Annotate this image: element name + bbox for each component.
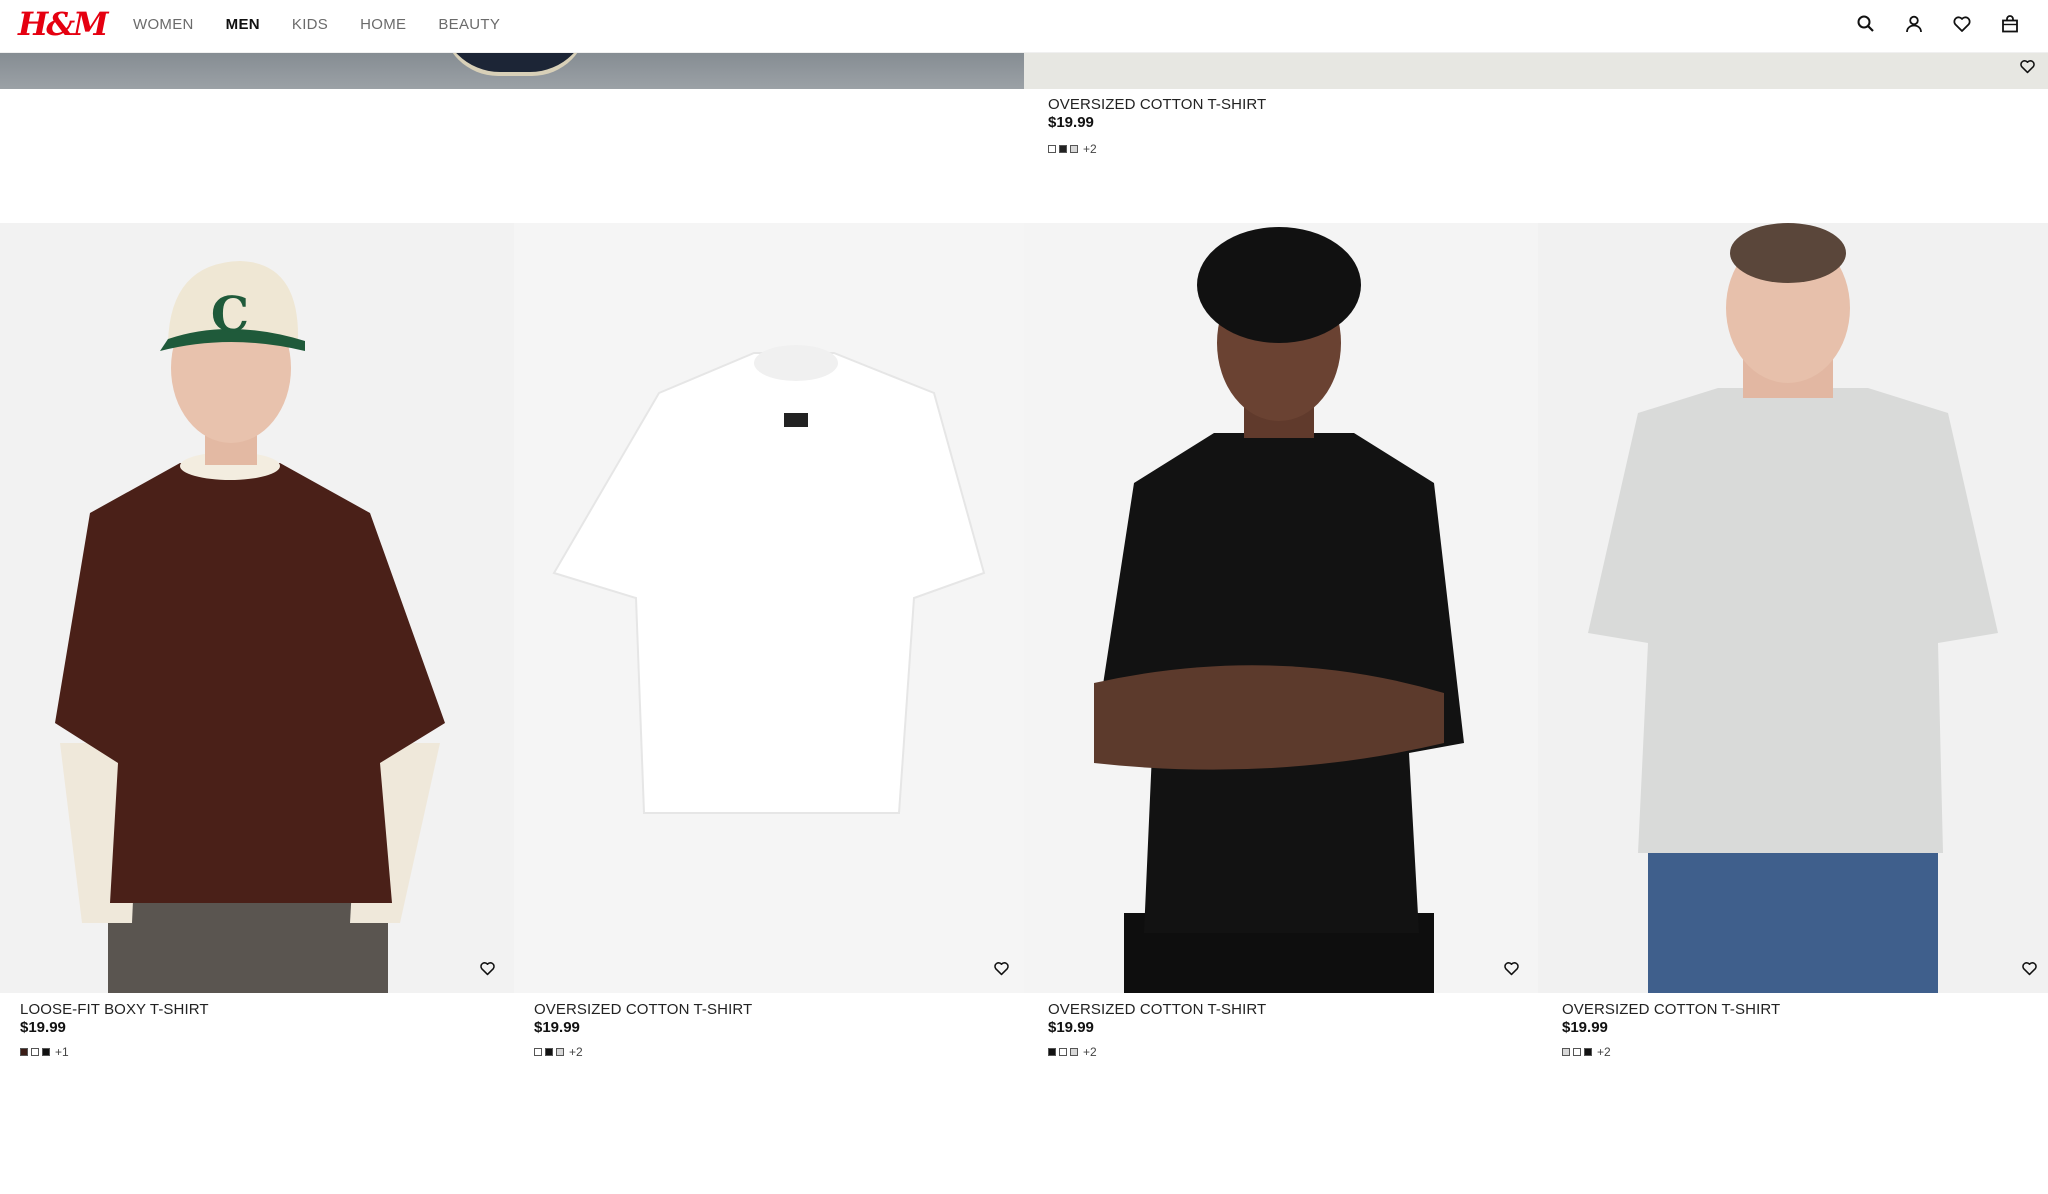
color-swatches: +1 <box>20 1045 69 1059</box>
model-brown-tee-image: C <box>0 223 514 993</box>
color-swatch[interactable] <box>1562 1048 1570 1056</box>
svg-text:C: C <box>211 287 249 343</box>
nav-kids[interactable]: KIDS <box>292 16 328 33</box>
more-colors[interactable]: +2 <box>569 1045 583 1059</box>
product-price: $19.99 <box>20 1019 66 1036</box>
color-swatch[interactable] <box>1048 145 1056 153</box>
color-swatch[interactable] <box>556 1048 564 1056</box>
color-swatch[interactable] <box>1070 145 1078 153</box>
more-colors[interactable]: +1 <box>55 1045 69 1059</box>
favorite-heart-icon[interactable] <box>2014 53 2040 79</box>
color-swatches: +2 <box>1562 1045 1611 1059</box>
color-swatches: +2 <box>1048 142 1097 156</box>
color-swatch[interactable] <box>1059 145 1067 153</box>
more-colors[interactable]: +2 <box>1083 142 1097 156</box>
color-swatch[interactable] <box>31 1048 39 1056</box>
color-swatch[interactable] <box>1070 1048 1078 1056</box>
bag-icon[interactable] <box>1998 12 2022 36</box>
color-swatch[interactable] <box>1059 1048 1067 1056</box>
product-image[interactable]: C <box>0 223 514 993</box>
product-price: $19.99 <box>1562 1019 1608 1036</box>
search-icon[interactable] <box>1854 12 1878 36</box>
model-grey-tee-image <box>1538 223 2048 993</box>
product-title[interactable]: LOOSE-FIT BOXY T-SHIRT <box>20 1001 209 1018</box>
color-swatch[interactable] <box>534 1048 542 1056</box>
nav-women[interactable]: WOMEN <box>133 16 194 33</box>
color-swatch[interactable] <box>1573 1048 1581 1056</box>
nav-beauty[interactable]: BEAUTY <box>438 16 500 33</box>
favorite-heart-icon[interactable] <box>2016 955 2042 981</box>
more-colors[interactable]: +2 <box>1597 1045 1611 1059</box>
product-title[interactable]: OVERSIZED COTTON T-SHIRT <box>1562 1001 1780 1018</box>
color-swatches: +2 <box>1048 1045 1097 1059</box>
product-image[interactable] <box>1024 223 1538 993</box>
more-colors[interactable]: +2 <box>1083 1045 1097 1059</box>
product-price: $19.99 <box>1048 114 1094 131</box>
color-swatch[interactable] <box>1584 1048 1592 1056</box>
favorite-heart-icon[interactable] <box>1498 955 1524 981</box>
product-title[interactable]: OVERSIZED COTTON T-SHIRT <box>1048 96 1266 113</box>
color-swatch[interactable] <box>1048 1048 1056 1056</box>
color-swatches: +2 <box>534 1045 583 1059</box>
site-header: H&M WOMEN MEN KIDS HOME BEAUTY <box>0 0 2048 53</box>
favorite-heart-icon[interactable] <box>988 955 1014 981</box>
product-image-partial[interactable] <box>1024 52 2048 89</box>
product-price: $19.99 <box>534 1019 580 1036</box>
product-title[interactable]: OVERSIZED COTTON T-SHIRT <box>1048 1001 1266 1018</box>
hm-logo[interactable]: H&M <box>18 6 109 42</box>
account-icon[interactable] <box>1902 12 1926 36</box>
color-swatch[interactable] <box>20 1048 28 1056</box>
product-image-partial[interactable] <box>0 52 1024 89</box>
favorite-heart-icon[interactable] <box>474 955 500 981</box>
product-image[interactable] <box>514 223 1028 993</box>
product-image[interactable] <box>1538 223 2048 993</box>
color-swatch[interactable] <box>545 1048 553 1056</box>
product-title[interactable]: OVERSIZED COTTON T-SHIRT <box>534 1001 752 1018</box>
nav-men[interactable]: MEN <box>226 16 260 33</box>
header-icons <box>1830 12 2022 36</box>
model-black-tee-image <box>1024 223 1538 993</box>
cap-image-fragment <box>440 52 590 72</box>
white-tee-flat-image <box>514 223 1028 993</box>
main-nav: WOMEN MEN KIDS HOME BEAUTY <box>133 0 532 48</box>
color-swatch[interactable] <box>42 1048 50 1056</box>
product-price: $19.99 <box>1048 1019 1094 1036</box>
nav-home[interactable]: HOME <box>360 16 406 33</box>
favorites-icon[interactable] <box>1950 12 1974 36</box>
